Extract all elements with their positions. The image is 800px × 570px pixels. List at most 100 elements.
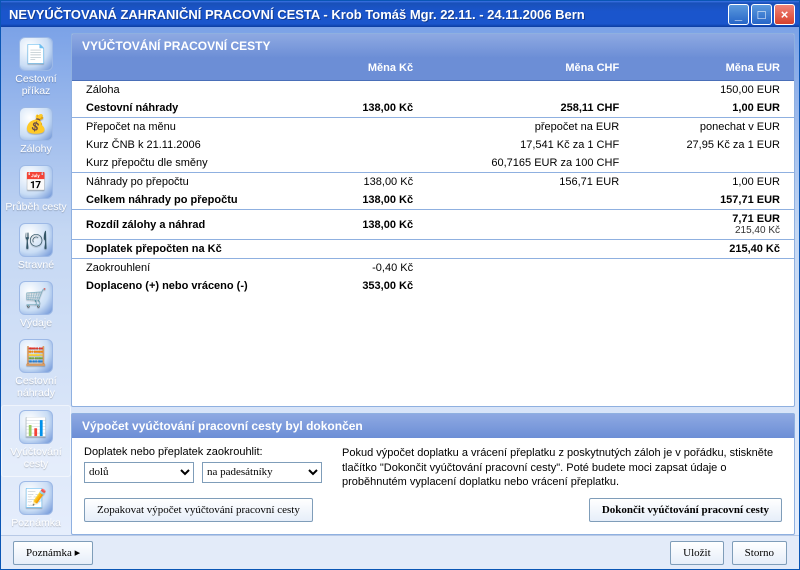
row-value — [633, 154, 794, 173]
table-row: Záloha 150,00 EUR — [72, 81, 794, 100]
finish-settlement-button[interactable]: Dokončit vyúčtování pracovní cesty — [589, 498, 782, 522]
row-value: 156,71 EUR — [427, 173, 633, 192]
window-title: NEVYÚČTOVANÁ ZAHRANIČNÍ PRACOVNÍ CESTA -… — [5, 7, 728, 22]
settlement-heading: VYÚČTOVÁNÍ PRACOVNÍ CESTY — [72, 34, 794, 58]
row-value: 17,541 Kč za 1 CHF — [427, 136, 633, 154]
sidebar-item-label: Výdaje — [20, 317, 52, 329]
sidebar-icon: 🧮 — [19, 339, 53, 373]
sidebar-icon: 📅 — [19, 165, 53, 199]
row-label: Zaokrouhlení — [72, 259, 323, 278]
row-value: 27,95 Kč za 1 EUR — [633, 136, 794, 154]
minimize-button[interactable]: _ — [728, 4, 749, 25]
row-value: 1,00 EUR — [633, 173, 794, 192]
row-value: 150,00 EUR — [633, 81, 794, 100]
footer: Poznámka Uložit Storno — [1, 535, 799, 569]
finish-body: Doplatek nebo přeplatek zaokrouhlit: dol… — [72, 438, 794, 535]
table-row: Doplatek přepočten na Kč 215,40 Kč — [72, 240, 794, 259]
row-value — [323, 118, 427, 137]
finish-info-text: Pokud výpočet doplatku a vrácení přeplat… — [342, 446, 782, 491]
row-value — [633, 277, 794, 295]
round-direction-select[interactable]: dolů — [84, 462, 194, 483]
row-label: Celkem náhrady po přepočtu — [72, 191, 323, 210]
row-value: 138,00 Kč — [323, 191, 427, 210]
row-label: Záloha — [72, 81, 323, 100]
save-button[interactable]: Uložit — [670, 541, 724, 565]
sidebar-item-label: Průběh cesty — [5, 201, 66, 213]
round-unit-select[interactable]: na padesátníky — [202, 462, 322, 483]
row-value: 138,00 Kč — [323, 173, 427, 192]
table-row: Kurz ČNB k 21.11.2006 17,541 Kč za 1 CHF2… — [72, 136, 794, 154]
sidebar-item-0[interactable]: 📄Cestovní příkaz — [1, 33, 71, 103]
row-value — [427, 210, 633, 240]
window-body: 📄Cestovní příkaz 💰 Zálohy 📅 Průběh cesty 🍽 Str… — [1, 27, 799, 535]
row-value: 138,00 Kč — [323, 210, 427, 240]
row-value: 157,71 EUR — [633, 191, 794, 210]
close-button[interactable]: × — [774, 4, 795, 25]
sidebar-item-label: Cestovní příkaz — [3, 73, 69, 97]
row-value: přepočet na EUR — [427, 118, 633, 137]
row-label: Náhrady po přepočtu — [72, 173, 323, 192]
row-value — [427, 240, 633, 259]
row-value — [323, 240, 427, 259]
row-label: Přepočet na měnu — [72, 118, 323, 137]
maximize-button[interactable]: □ — [751, 4, 772, 25]
row-value: 7,71 EUR215,40 Kč — [633, 210, 794, 240]
note-button[interactable]: Poznámka — [13, 541, 93, 565]
table-row: Přepočet na měnu přepočet na EURponechat … — [72, 118, 794, 137]
sidebar-item-label: Vyúčtování cesty — [4, 446, 68, 470]
sidebar-icon: 🛒 — [19, 281, 53, 315]
row-value: 258,11 CHF — [427, 99, 633, 118]
sidebar-icon: 🍽 — [19, 223, 53, 257]
row-subvalue: 215,40 Kč — [647, 225, 780, 236]
sidebar-item-label: Zálohy — [20, 143, 52, 155]
row-label: Cestovní náhrady — [72, 99, 323, 118]
row-label: Kurz ČNB k 21.11.2006 — [72, 136, 323, 154]
row-value: 353,00 Kč — [323, 277, 427, 295]
row-value: 1,00 EUR — [633, 99, 794, 118]
app-window: NEVYÚČTOVANÁ ZAHRANIČNÍ PRACOVNÍ CESTA -… — [0, 0, 800, 570]
sidebar-item-1[interactable]: 💰 Zálohy — [1, 103, 71, 161]
table-row: Doplaceno (+) nebo vráceno (-)353,00 Kč — [72, 277, 794, 295]
col-chf: Měna CHF — [427, 58, 633, 81]
sidebar-item-3[interactable]: 🍽 Stravné — [1, 219, 71, 277]
finish-heading: Výpočet vyúčtování pracovní cesty byl do… — [72, 414, 794, 438]
row-label: Kurz přepočtu dle směny — [72, 154, 323, 173]
settlement-panel: VYÚČTOVÁNÍ PRACOVNÍ CESTY Měna Kč Měna C… — [71, 33, 795, 406]
sidebar-icon: 📊 — [19, 410, 53, 444]
sidebar-icon: 📄 — [19, 37, 53, 71]
sidebar-item-label: Stravné — [18, 259, 54, 271]
sidebar-item-2[interactable]: 📅 Průběh cesty — [1, 161, 71, 219]
row-value: 60,7165 EUR za 100 CHF — [427, 154, 633, 173]
sidebar-item-6[interactable]: 📊Vyúčtování cesty — [1, 405, 71, 477]
col-label — [72, 58, 323, 81]
table-row: Náhrady po přepočtu138,00 Kč156,71 EUR1,… — [72, 173, 794, 192]
sidebar-item-label: Cestovní náhrady — [3, 375, 69, 399]
sidebar-icon: 💰 — [19, 107, 53, 141]
sidebar-item-5[interactable]: 🧮Cestovní náhrady — [1, 335, 71, 405]
table-row: Kurz přepočtu dle směny 60,7165 EUR za 10… — [72, 154, 794, 173]
titlebar: NEVYÚČTOVANÁ ZAHRANIČNÍ PRACOVNÍ CESTA -… — [1, 1, 799, 27]
row-value — [323, 154, 427, 173]
cancel-button[interactable]: Storno — [732, 541, 787, 565]
row-value — [427, 259, 633, 278]
row-value: ponechat v EUR — [633, 118, 794, 137]
row-label: Doplatek přepočten na Kč — [72, 240, 323, 259]
row-value — [323, 136, 427, 154]
main-area: VYÚČTOVÁNÍ PRACOVNÍ CESTY Měna Kč Měna C… — [71, 27, 795, 535]
row-value — [427, 191, 633, 210]
row-value: 215,40 Kč — [633, 240, 794, 259]
repeat-calc-button[interactable]: Zopakovat výpočet vyúčtování pracovní ce… — [84, 498, 313, 522]
row-value: -0,40 Kč — [323, 259, 427, 278]
sidebar-item-4[interactable]: 🛒 Výdaje — [1, 277, 71, 335]
round-label: Doplatek nebo přeplatek zaokrouhlit: — [84, 446, 322, 458]
finish-panel: Výpočet vyúčtování pracovní cesty byl do… — [71, 413, 795, 536]
row-label: Rozdíl zálohy a náhrad — [72, 210, 323, 240]
sidebar-item-7[interactable]: 📝Poznámka — [1, 477, 71, 535]
sidebar: 📄Cestovní příkaz 💰 Zálohy 📅 Průběh cesty 🍽 Str… — [1, 27, 71, 535]
row-value — [633, 259, 794, 278]
table-row: Celkem náhrady po přepočtu138,00 Kč 157,7… — [72, 191, 794, 210]
row-value: 138,00 Kč — [323, 99, 427, 118]
row-label: Doplaceno (+) nebo vráceno (-) — [72, 277, 323, 295]
titlebar-buttons: _ □ × — [728, 4, 795, 25]
table-row: Zaokrouhlení-0,40 Kč — [72, 259, 794, 278]
